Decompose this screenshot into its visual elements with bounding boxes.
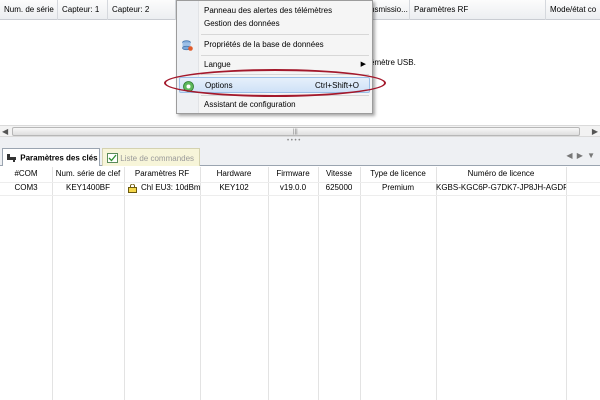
column-divider xyxy=(268,167,269,400)
menu-separator xyxy=(201,34,369,35)
menu-item-label: Panneau des alertes des télémètres xyxy=(204,6,333,15)
column-header-firmware[interactable]: Firmware xyxy=(268,167,318,182)
table-row[interactable]: COM3 KEY1400BF Chl EU3: 10dBm 30... KEY1… xyxy=(0,182,600,195)
menu-item-label: Options xyxy=(205,81,233,90)
menu-item-label: Langue xyxy=(204,60,231,69)
column-divider xyxy=(124,167,125,400)
menu-item-database-properties[interactable]: Propriétés de la base de données xyxy=(177,37,372,53)
column-header-serial[interactable]: Num. de série xyxy=(0,0,58,20)
grip-icon: ||| xyxy=(293,129,298,135)
options-gear-icon xyxy=(183,81,194,97)
cell-firmware: v19.0.0 xyxy=(279,183,307,192)
column-divider xyxy=(566,167,567,400)
menu-item-options[interactable]: Options Ctrl+Shift+O xyxy=(179,77,370,93)
column-divider xyxy=(318,167,319,400)
cell-rf-params: Chl EU3: 10dBm 30... xyxy=(124,182,200,195)
column-header-rf-params[interactable]: Paramètres RF xyxy=(124,167,200,182)
database-icon xyxy=(182,40,193,56)
tab-navigation-icon[interactable]: ◀ ▶ ▼ xyxy=(566,151,596,160)
column-header-speed[interactable]: Vitesse xyxy=(318,167,360,182)
column-divider xyxy=(360,167,361,400)
menu-item-label: Propriétés de la base de données xyxy=(204,40,324,49)
scroll-left-icon[interactable]: ◀ xyxy=(2,126,8,137)
column-divider xyxy=(200,167,201,400)
context-menu: Panneau des alertes des télémètres Gesti… xyxy=(176,0,373,114)
cell-license-number: KGBS-KGC6P-G7DK7-JP8JH-AGDFP xyxy=(436,183,566,192)
menu-item-label: Gestion des données xyxy=(204,19,280,28)
submenu-arrow-icon: ▶ xyxy=(360,61,366,68)
column-header-com[interactable]: #COM xyxy=(0,167,52,182)
menu-item-shortcut: Ctrl+Shift+O xyxy=(314,81,359,90)
menu-item-setup-wizard[interactable]: Assistant de configuration xyxy=(177,97,372,113)
tab-strip: Paramètres des clés Liste de commandes ◀… xyxy=(0,146,600,166)
menu-separator xyxy=(201,55,369,56)
column-header-rf-params[interactable]: Paramètres RF xyxy=(410,0,546,20)
column-header-license-type[interactable]: Type de licence xyxy=(360,167,436,182)
column-header-sensor-1[interactable]: Capteur: 1 xyxy=(58,0,108,20)
menu-item-label: Assistant de configuration xyxy=(204,100,296,109)
row-divider xyxy=(0,195,600,196)
rf-params-text: Chl EU3: 10dBm 30... xyxy=(141,183,200,192)
splitter-grip-icon: • • • • xyxy=(287,138,301,144)
menu-separator xyxy=(201,95,369,96)
column-divider xyxy=(436,167,437,400)
lock-icon xyxy=(128,183,137,195)
tab-label: Liste de commandes xyxy=(120,154,195,164)
horizontal-scrollbar[interactable]: ◀ ||| ▶ xyxy=(0,125,600,137)
cell-hardware: KEY102 xyxy=(219,183,249,192)
menu-item-language[interactable]: Langue ▶ xyxy=(177,57,372,73)
menu-separator xyxy=(201,74,369,75)
column-divider xyxy=(52,167,53,400)
cell-speed: 625000 xyxy=(325,183,353,192)
menu-item-data-management[interactable]: Gestion des données xyxy=(177,16,372,32)
scrollbar-thumb[interactable]: ||| xyxy=(12,127,580,136)
background-status-text: émètre USB. xyxy=(370,58,416,67)
scroll-right-icon[interactable]: ▶ xyxy=(592,126,598,137)
column-header-key-serial[interactable]: Num. série de clef xyxy=(52,167,124,182)
column-header-sensor-2[interactable]: Capteur: 2 xyxy=(108,0,176,20)
tab-label: Paramètres des clés xyxy=(20,153,98,163)
key-icon xyxy=(7,153,18,164)
checklist-icon xyxy=(107,153,118,165)
tab-key-settings[interactable]: Paramètres des clés xyxy=(2,148,100,166)
cell-license-type: Premium xyxy=(381,183,414,192)
cell-com: COM3 xyxy=(14,183,38,192)
column-header-mode[interactable]: Mode/état co xyxy=(546,0,600,20)
cell-key-serial: KEY1400BF xyxy=(65,183,111,192)
bottom-table-header: #COM Num. série de clef Paramètres RF Ha… xyxy=(0,167,600,182)
column-header-license-number[interactable]: Numéro de licence xyxy=(436,167,566,182)
column-header-hardware[interactable]: Hardware xyxy=(200,167,268,182)
panel-splitter[interactable]: • • • • xyxy=(0,137,600,146)
tab-command-list[interactable]: Liste de commandes xyxy=(102,148,200,166)
